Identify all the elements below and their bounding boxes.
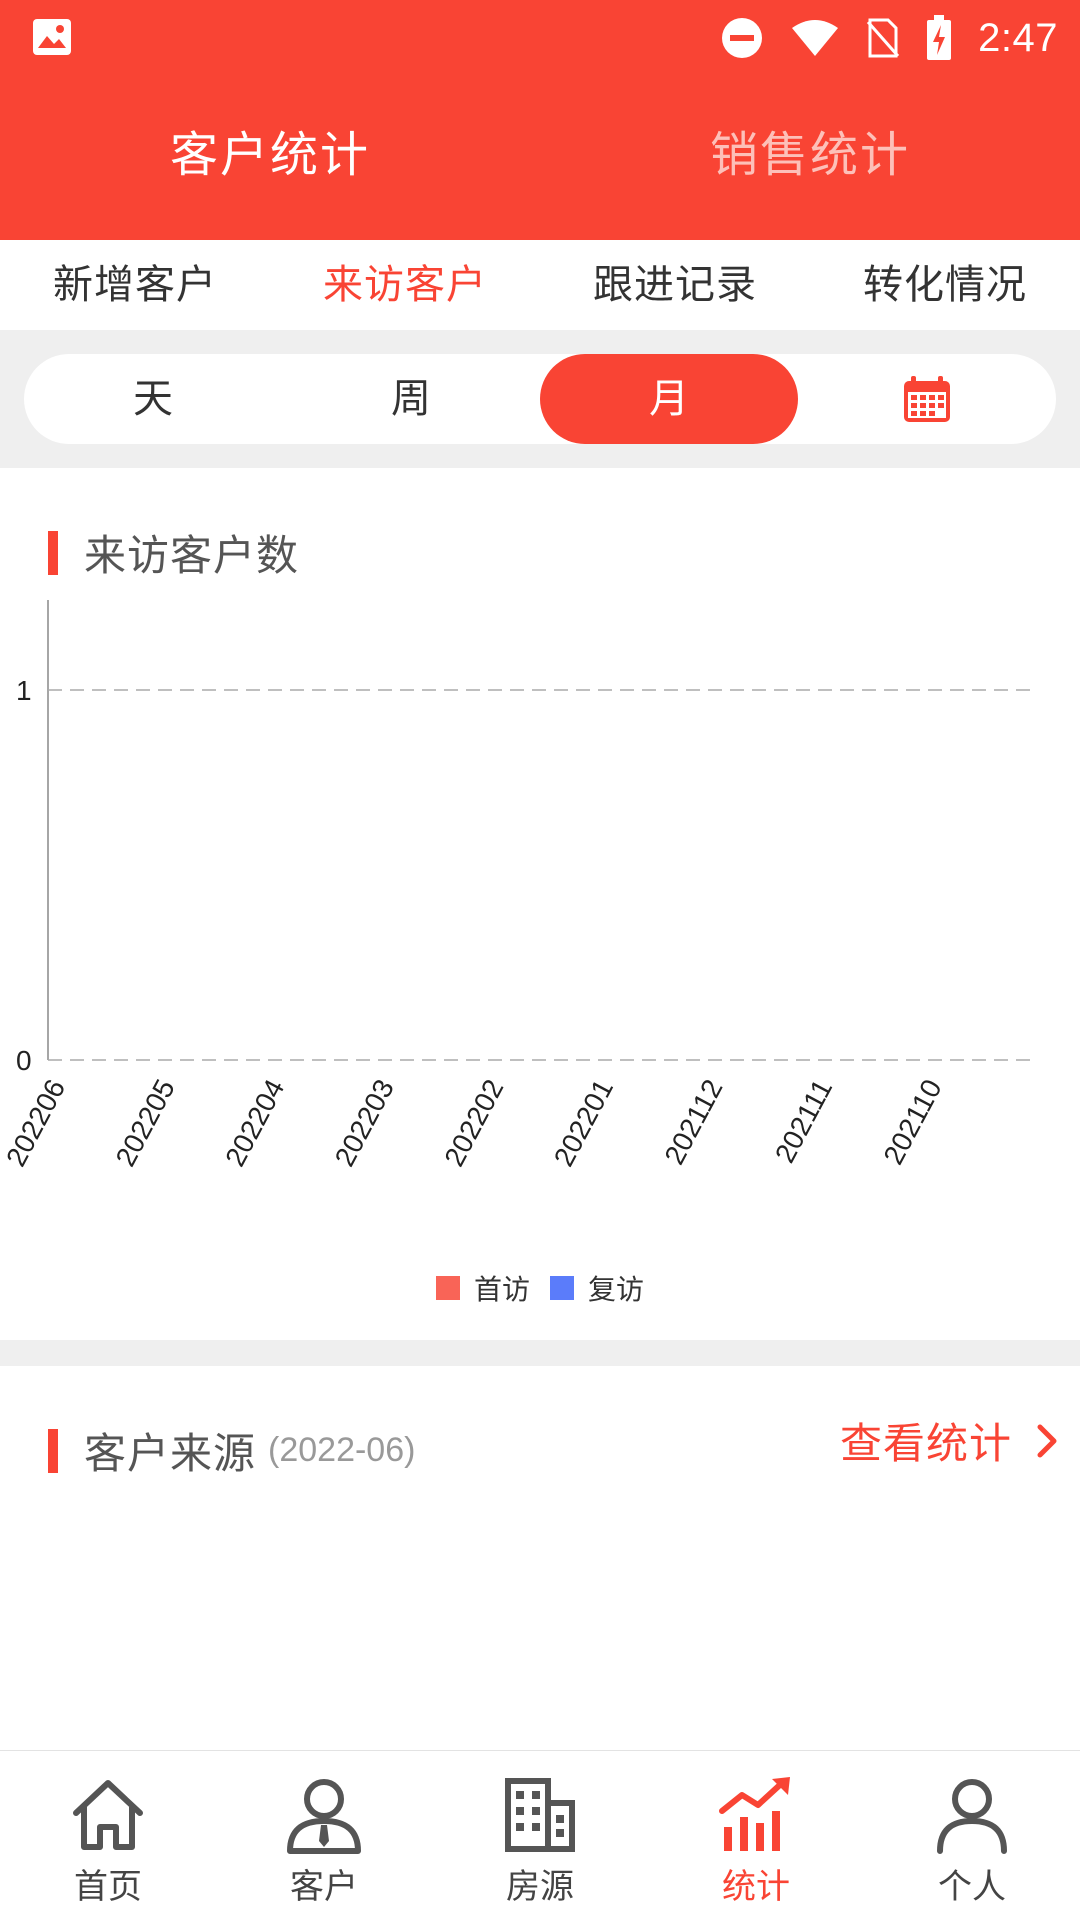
tab-customer-stats[interactable]: 客户统计: [0, 100, 540, 210]
period-week-button[interactable]: 周: [282, 354, 540, 444]
x-tick-label: 202112: [658, 1074, 728, 1169]
x-tick-label: 202206: [0, 1074, 71, 1171]
status-bar: 2:47: [0, 0, 1080, 74]
screen: 2:47 客户统计 销售统计 新增客户 来访客户 跟进记录 转化情况 天 周 月: [0, 0, 1080, 1920]
source-date: (2022-06): [268, 1431, 416, 1469]
calendar-icon: [904, 376, 950, 422]
visit-chart: 0 1 202206 202205 202204 202203 202202 202201 20…: [0, 600, 1034, 1171]
building-icon: [505, 1778, 575, 1852]
visit-chart-card: 来访客户数 0 1 202206 202205 202204 202203 202202 20…: [0, 468, 1080, 1340]
subtab-conversion[interactable]: 转化情况: [810, 240, 1080, 330]
visit-title-text: 来访客户数: [84, 531, 300, 580]
period-selector: 天 周 月: [24, 354, 1056, 444]
title-marker: [48, 530, 58, 575]
source-card: 客户来源 (2022-06) 查看统计: [0, 1366, 1080, 1750]
home-icon: [73, 1780, 143, 1850]
chevron-right-icon: [1037, 1424, 1057, 1457]
tab-sales-stats[interactable]: 销售统计: [540, 100, 1080, 210]
legend-item-first-visit[interactable]: 首访: [435, 1268, 530, 1308]
status-time: 2:47: [978, 15, 1058, 60]
subtab-new-customers[interactable]: 新增客户: [0, 240, 270, 330]
section-divider: [0, 1340, 1080, 1366]
y-tick-label: 0: [16, 1045, 32, 1076]
x-tick-label: 202111: [769, 1074, 838, 1167]
wifi-icon: [792, 20, 839, 56]
nav-item-stats[interactable]: 统计: [648, 1751, 864, 1920]
view-stats-label: 查看统计: [839, 1419, 1012, 1468]
legend-swatch-return-visit: [550, 1276, 574, 1300]
nav-item-property[interactable]: 房源: [432, 1751, 648, 1920]
nav-label-personal: 个人: [938, 1867, 1006, 1907]
nav-label-customer: 客户: [290, 1867, 358, 1907]
x-tick-label: 202205: [110, 1074, 181, 1171]
subtab-follow-up-records[interactable]: 跟进记录: [540, 240, 810, 330]
legend-label-first-visit: 首访: [473, 1273, 530, 1306]
title-marker: [48, 1428, 58, 1473]
chart-legend: 首访 复访: [0, 1268, 1080, 1308]
nav-item-home[interactable]: 首页: [0, 1751, 216, 1920]
nav-label-home: 首页: [74, 1867, 142, 1907]
stats-icon: [719, 1777, 790, 1851]
period-day-button[interactable]: 天: [24, 354, 282, 444]
nav-item-personal[interactable]: 个人: [864, 1751, 1080, 1920]
legend-label-return-visit: 复访: [588, 1273, 645, 1306]
visit-section-title: 来访客户数: [48, 522, 299, 583]
x-tick-label: 202110: [877, 1074, 947, 1169]
top-tabs: 客户统计 销售统计: [0, 100, 1080, 210]
x-tick-label: 202202: [438, 1074, 509, 1171]
legend-swatch-first-visit: [435, 1276, 460, 1300]
legend-item-return-visit[interactable]: 复访: [550, 1268, 644, 1308]
x-tick-label: 202203: [329, 1074, 400, 1171]
battery-charging-icon: [927, 15, 952, 60]
x-tick-label: 202201: [548, 1074, 619, 1171]
nav-label-stats: 统计: [722, 1867, 790, 1907]
header: 2:47 客户统计 销售统计: [0, 0, 1080, 240]
calendar-button[interactable]: [798, 354, 1056, 444]
no-sim-icon: [867, 18, 900, 58]
source-title-text: 客户来源: [84, 1429, 257, 1478]
person-icon: [937, 1779, 1007, 1854]
period-month-button[interactable]: 月: [540, 354, 798, 444]
sub-tabs: 新增客户 来访客户 跟进记录 转化情况: [0, 240, 1080, 330]
nav-label-property: 房源: [506, 1867, 574, 1907]
x-tick-label: 202204: [219, 1074, 290, 1171]
customer-icon: [287, 1779, 361, 1854]
image-notification-icon: [33, 19, 71, 55]
bottom-nav: 首页 客户 房源 统计 个人: [0, 1750, 1080, 1920]
do-not-disturb-icon: [722, 18, 763, 58]
status-icons: 2:47: [720, 10, 1058, 66]
period-area: 天 周 月: [0, 330, 1080, 468]
nav-item-customer[interactable]: 客户: [216, 1751, 432, 1920]
view-stats-link[interactable]: 查看统计: [840, 1410, 1060, 1471]
subtab-visiting-customers[interactable]: 来访客户: [270, 240, 540, 330]
source-section-title: 客户来源 (2022-06): [48, 1420, 415, 1481]
y-tick-label: 1: [16, 675, 32, 706]
